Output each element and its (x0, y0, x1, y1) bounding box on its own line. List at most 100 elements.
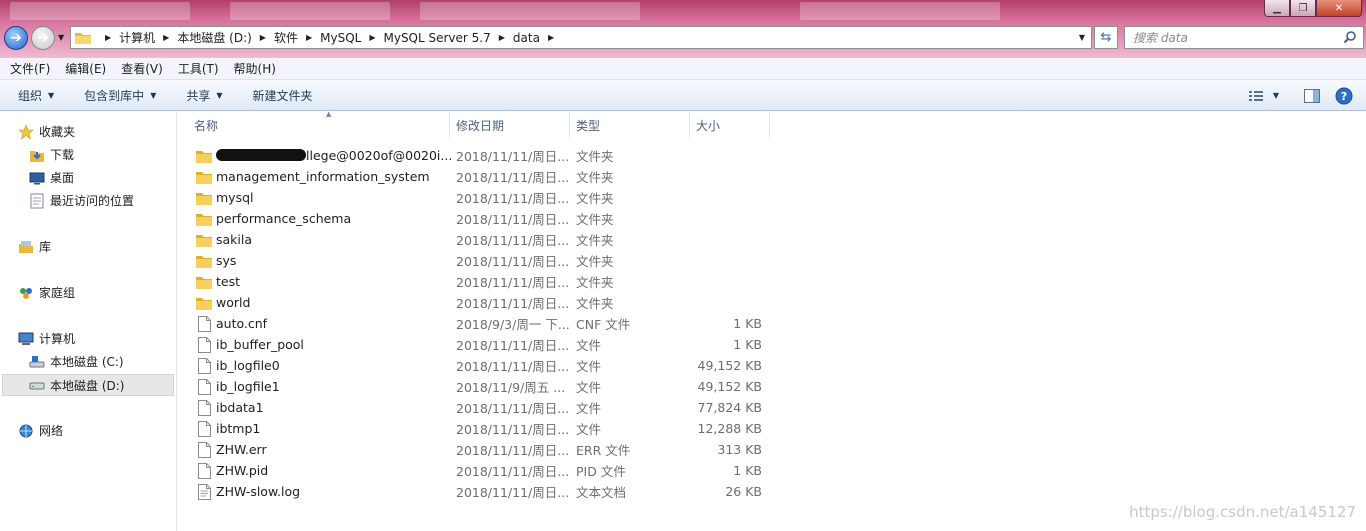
chevron-right-icon[interactable]: ▶ (548, 33, 554, 42)
nav-drive-c[interactable]: 本地磁盘 (C:) (29, 353, 124, 370)
maximize-button[interactable]: ❐ (1290, 0, 1316, 17)
file-type: 文件夹 (576, 275, 614, 290)
refresh-button[interactable]: ⇆ (1094, 26, 1118, 49)
nav-desktop[interactable]: 桌面 (29, 169, 74, 186)
file-size: 12,288 KB (697, 421, 762, 436)
file-name[interactable]: ib_logfile0 (216, 358, 280, 373)
file-row[interactable]: mysql 2018/11/11/周日... 文件夹 (196, 187, 776, 208)
column-header-label: 名称 (194, 118, 219, 133)
file-size: 77,824 KB (697, 400, 762, 415)
preview-pane-button[interactable] (1300, 86, 1324, 106)
file-name[interactable]: ZHW-slow.log (216, 484, 300, 499)
chevron-right-icon[interactable]: ▶ (499, 33, 505, 42)
forward-button[interactable]: ➔ (31, 26, 55, 50)
help-button[interactable]: ? (1332, 86, 1356, 106)
menu-tools[interactable]: 工具(T) (178, 60, 219, 77)
file-row[interactable]: world 2018/11/11/周日... 文件夹 (196, 292, 776, 313)
file-row[interactable]: management_information_system 2018/11/11/… (196, 166, 776, 187)
breadcrumb-item[interactable]: MySQL Server 5.7 (383, 31, 490, 45)
breadcrumb-item[interactable]: MySQL (320, 31, 361, 45)
menu-view[interactable]: 查看(V) (121, 60, 163, 77)
file-row[interactable]: test 2018/11/11/周日... 文件夹 (196, 271, 776, 292)
file-type: PID 文件 (576, 464, 626, 479)
file-date: 2018/11/11/周日... (456, 254, 570, 269)
file-name[interactable]: world (216, 295, 250, 310)
file-row[interactable]: llege@0020of@0020i... 2018/11/11/周日... 文件夹 (196, 145, 776, 166)
nav-recent-places[interactable]: 最近访问的位置 (29, 192, 134, 209)
file-name[interactable]: llege@0020of@0020i... (306, 148, 452, 163)
breadcrumb-item[interactable]: 本地磁盘 (D:) (177, 29, 251, 46)
nav-homegroup[interactable]: 家庭组 (18, 284, 75, 301)
chevron-right-icon[interactable]: ▶ (105, 33, 111, 42)
nav-libraries[interactable]: 库 (18, 238, 51, 255)
nav-favorites[interactable]: 收藏夹 (18, 123, 75, 140)
organize-button[interactable]: 组织 ▼ (18, 87, 54, 104)
address-bar[interactable]: ▶ 计算机 ▶ 本地磁盘 (D:) ▶ 软件 ▶ MySQL ▶ MySQL S… (70, 26, 1092, 49)
file-name[interactable]: performance_schema (216, 211, 351, 226)
file-row[interactable]: ib_logfile1 2018/11/9/周五 ... 文件 49,152 KB (196, 376, 776, 397)
column-header-size[interactable]: 大小 (690, 112, 770, 138)
search-icon[interactable] (1343, 30, 1357, 44)
file-name[interactable]: ib_buffer_pool (216, 337, 304, 352)
close-button[interactable]: ✕ (1316, 0, 1362, 17)
chevron-right-icon[interactable]: ▶ (163, 33, 169, 42)
share-button[interactable]: 共享 ▼ (186, 87, 222, 104)
address-history-dropdown[interactable]: ▼ (1079, 33, 1085, 42)
chevron-right-icon[interactable]: ▶ (369, 33, 375, 42)
minimize-button[interactable]: ▁ (1264, 0, 1290, 17)
menu-file[interactable]: 文件(F) (10, 60, 50, 77)
file-row[interactable]: ibtmp1 2018/11/11/周日... 文件 12,288 KB (196, 418, 776, 439)
file-row[interactable]: ZHW.pid 2018/11/11/周日... PID 文件 1 KB (196, 460, 776, 481)
file-row[interactable]: ibdata1 2018/11/11/周日... 文件 77,824 KB (196, 397, 776, 418)
file-row[interactable]: ZHW-slow.log 2018/11/11/周日... 文本文档 26 KB (196, 481, 776, 502)
file-name[interactable]: ibtmp1 (216, 421, 260, 436)
file-name[interactable]: ZHW.pid (216, 463, 268, 478)
file-row[interactable]: ib_logfile0 2018/11/11/周日... 文件 49,152 KB (196, 355, 776, 376)
search-input[interactable] (1133, 30, 1333, 45)
file-date: 2018/11/11/周日... (456, 359, 570, 374)
breadcrumb-item[interactable]: 软件 (274, 29, 298, 46)
menu-help[interactable]: 帮助(H) (234, 60, 276, 77)
file-row[interactable]: performance_schema 2018/11/11/周日... 文件夹 (196, 208, 776, 229)
folder-icon (196, 211, 212, 227)
nav-label: 家庭组 (39, 286, 76, 300)
recent-pages-dropdown[interactable]: ▼ (58, 33, 64, 42)
back-button[interactable]: ➔ (4, 26, 28, 50)
file-name[interactable]: ibdata1 (216, 400, 264, 415)
nav-downloads[interactable]: 下载 (29, 146, 74, 163)
include-in-library-button[interactable]: 包含到库中 ▼ (84, 87, 156, 104)
view-options-button[interactable] (1244, 86, 1268, 106)
search-box[interactable] (1124, 26, 1364, 49)
file-name[interactable]: sys (216, 253, 236, 268)
nav-computer[interactable]: 计算机 (18, 330, 75, 347)
file-name[interactable]: management_information_system (216, 169, 430, 184)
file-type: 文件 (576, 422, 602, 437)
chevron-right-icon[interactable]: ▶ (260, 33, 266, 42)
nav-network[interactable]: 网络 (18, 422, 63, 439)
breadcrumb-item[interactable]: data (513, 31, 540, 45)
new-folder-button[interactable]: 新建文件夹 (253, 87, 313, 104)
file-row[interactable]: sakila 2018/11/11/周日... 文件夹 (196, 229, 776, 250)
file-row[interactable]: sys 2018/11/11/周日... 文件夹 (196, 250, 776, 271)
column-header-date[interactable]: 修改日期 (450, 112, 570, 138)
file-name[interactable]: mysql (216, 190, 254, 205)
file-name[interactable]: auto.cnf (216, 316, 267, 331)
file-name[interactable]: sakila (216, 232, 252, 247)
file-name[interactable]: test (216, 274, 240, 289)
file-row[interactable]: ZHW.err 2018/11/11/周日... ERR 文件 313 KB (196, 439, 776, 460)
breadcrumb-item[interactable]: 计算机 (119, 29, 155, 46)
file-date: 2018/11/9/周五 ... (456, 380, 566, 395)
column-header-name[interactable]: 名称 ▲ (188, 110, 450, 138)
file-row[interactable]: auto.cnf 2018/9/3/周一 下... CNF 文件 1 KB (196, 313, 776, 334)
file-name[interactable]: ib_logfile1 (216, 379, 280, 394)
file-row[interactable]: ib_buffer_pool 2018/11/11/周日... 文件 1 KB (196, 334, 776, 355)
menu-edit[interactable]: 编辑(E) (65, 60, 106, 77)
file-name[interactable]: ZHW.err (216, 442, 267, 457)
column-header-type[interactable]: 类型 (570, 112, 690, 138)
file-list: 名称 ▲ 修改日期 类型 大小 llege@0020of@0020i... 201… (178, 110, 1366, 531)
file-date: 2018/9/3/周一 下... (456, 317, 570, 332)
chevron-right-icon[interactable]: ▶ (306, 33, 312, 42)
nav-drive-d[interactable]: 本地磁盘 (D:) (2, 374, 174, 396)
column-header-label: 类型 (576, 118, 601, 133)
view-dropdown-icon[interactable]: ▼ (1270, 86, 1282, 106)
